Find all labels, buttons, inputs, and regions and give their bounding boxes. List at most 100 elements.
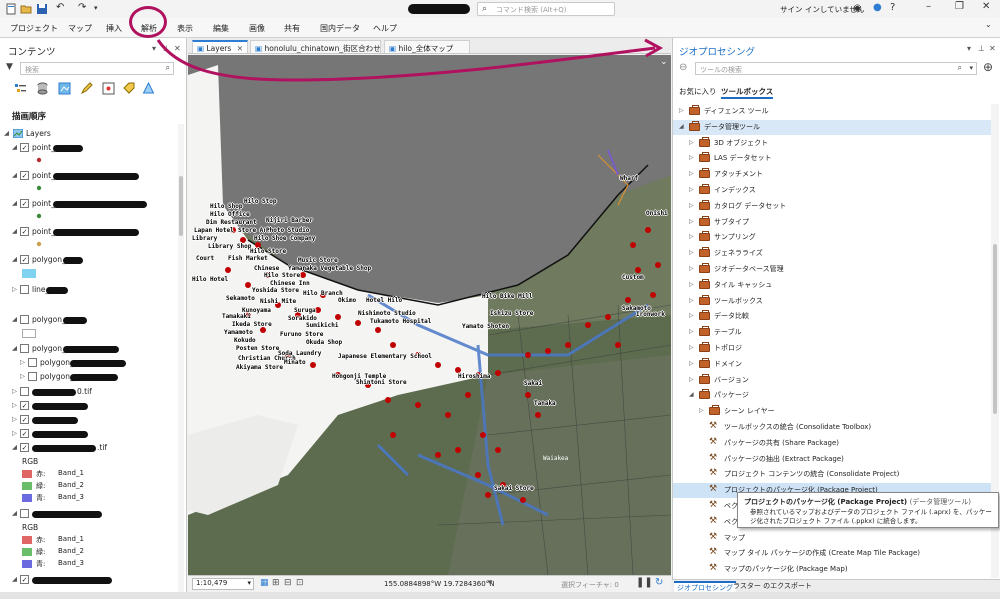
redo-icon[interactable]: ↷ — [78, 2, 86, 13]
pin-icon[interactable]: ⊥ — [978, 44, 985, 53]
collapse-arrow-icon[interactable]: ◢ — [4, 129, 9, 137]
layer-point-2[interactable]: ◢ ✓ point_ — [0, 170, 178, 182]
layer-map-root[interactable]: ◢ Layers — [0, 128, 178, 140]
toolbox-item[interactable]: ▷ カタログ データセット — [673, 199, 991, 214]
toolbox-item[interactable]: ▷ LAS データセット — [673, 151, 991, 166]
toolbox-item[interactable]: ▷ サンプリング — [673, 230, 991, 245]
toolbox-item[interactable]: ▷ 3D オブジェクト — [673, 136, 991, 151]
expand-arrow-icon[interactable]: ▷ — [679, 107, 684, 114]
minimize-icon[interactable]: – — [926, 1, 931, 12]
tool-item[interactable]: ⚒ パッケージの抽出 (Extract Package) — [673, 452, 991, 467]
tab-map-layers[interactable]: ▣ Layers ✕ — [192, 40, 248, 53]
contents-scrollbar[interactable] — [178, 124, 184, 594]
toolbox-item[interactable]: ▷ インデックス — [673, 183, 991, 198]
tab-help[interactable]: ヘルプ — [373, 23, 397, 34]
layer-raster-3[interactable]: ▷ ✓ — [0, 414, 178, 426]
tab-edit[interactable]: 編集 — [213, 23, 229, 34]
toolbox-item[interactable]: ◢ データ管理ツール — [673, 119, 991, 135]
map-view[interactable]: Hilo Shop Hilo Stop Hilo Office Dim Rest… — [188, 55, 671, 575]
visibility-checkbox[interactable]: ✓ — [20, 575, 29, 584]
layer-polygon-2[interactable]: ◢ polygon_ — [0, 314, 178, 326]
toolbox-item[interactable]: ▷ サブタイプ — [673, 215, 991, 230]
expand-arrow-icon[interactable]: ▷ — [689, 297, 694, 304]
list-by-source-icon[interactable] — [36, 82, 49, 95]
close-icon[interactable]: ✕ — [982, 1, 990, 12]
layer-point-3[interactable]: ◢ ✓ point_ — [0, 198, 178, 210]
layer-polygon-1[interactable]: ◢ ✓ polygon_ — [0, 254, 178, 266]
visibility-checkbox[interactable] — [20, 387, 29, 396]
expand-arrow-icon[interactable]: ▷ — [689, 202, 694, 209]
save-icon[interactable] — [36, 3, 48, 15]
expand-arrow-icon[interactable]: ▷ — [689, 154, 694, 161]
visibility-checkbox[interactable]: ✓ — [20, 143, 29, 152]
list-by-snapping-icon[interactable] — [102, 82, 115, 95]
layer-raster-5[interactable]: ◢ ✓ .tif — [0, 442, 178, 454]
list-by-editing-icon[interactable] — [80, 82, 93, 95]
expand-arrow-icon[interactable]: ▷ — [20, 372, 25, 380]
tab-export-raster[interactable]: ラスター のエクスポート — [730, 581, 815, 591]
list-by-perspective-icon[interactable] — [142, 82, 155, 95]
filter-icon[interactable]: ▼ — [6, 62, 13, 72]
new-project-icon[interactable] — [5, 3, 17, 15]
collapse-arrow-icon[interactable]: ◢ — [679, 123, 684, 130]
visibility-checkbox[interactable]: ✓ — [20, 171, 29, 180]
expand-arrow-icon[interactable]: ▷ — [20, 358, 25, 366]
signin-status[interactable]: サイン インしていません — [780, 4, 864, 15]
tab-domestic-data[interactable]: 国内データ — [320, 23, 360, 34]
visibility-checkbox[interactable]: ✓ — [20, 401, 29, 410]
toolbox-item[interactable]: ▷ ドメイン — [673, 357, 991, 372]
qat-dropdown-icon[interactable]: ▾ — [94, 4, 98, 12]
expand-arrow-icon[interactable]: ▷ — [689, 218, 694, 225]
layer-polygon-sub-2[interactable]: ▷ polygon_ — [0, 371, 178, 383]
back-arrow-icon[interactable]: ⊖ — [679, 62, 687, 73]
tool-item[interactable]: ⚒ マップ タイル パッケージの作成 (Create Map Tile Packa… — [673, 546, 991, 561]
expand-arrow-icon[interactable]: ▷ — [689, 360, 694, 367]
toolbox-item[interactable]: ▷ ディフェンス ツール — [673, 104, 991, 119]
tab-insert[interactable]: 挿入 — [106, 23, 122, 34]
toolbox-item[interactable]: ▷ ジェネラライズ — [673, 246, 991, 261]
layer-raster-4[interactable]: ▷ ✓ — [0, 428, 178, 440]
collapse-arrow-icon[interactable]: ◢ — [12, 143, 17, 151]
visibility-checkbox[interactable] — [20, 344, 29, 353]
layer-point-4[interactable]: ◢ ✓ point_ — [0, 226, 178, 238]
expand-arrow-icon[interactable]: ▷ — [689, 376, 694, 383]
tool-item[interactable]: ⚒ マップのパッケージ化 (Package Map) — [673, 562, 991, 577]
close-pane-icon[interactable]: ✕ — [174, 44, 181, 53]
refresh-icon[interactable]: ↻ — [655, 577, 663, 588]
visibility-checkbox[interactable]: ✓ — [20, 415, 29, 424]
tab-view[interactable]: 表示 — [177, 23, 193, 34]
tool-search-input[interactable]: ツールの検索 ⌕ ▾ — [695, 62, 977, 75]
fixed-zoom-icon[interactable]: ⊞ — [272, 578, 280, 588]
pin-icon[interactable]: ⊥ — [163, 44, 170, 53]
toolbox-item[interactable]: ◢ パッケージ — [673, 388, 991, 403]
layer-polygon-sub-1[interactable]: ▷ polygon_ — [0, 357, 178, 369]
contents-search-input[interactable]: 検索 ⌕ — [20, 62, 174, 75]
tab-map[interactable]: マップ — [68, 23, 92, 34]
expand-arrow-icon[interactable]: ▷ — [689, 265, 694, 272]
collapse-arrow-icon[interactable]: ◢ — [12, 575, 17, 583]
toolbox-item[interactable]: ▷ アタッチメント — [673, 167, 991, 182]
visibility-checkbox[interactable] — [20, 315, 29, 324]
collapse-arrow-icon[interactable]: ◢ — [12, 315, 17, 323]
expand-arrow-icon[interactable]: ▷ — [689, 312, 694, 319]
toolbox-item[interactable]: ▷ ジオデータベース管理 — [673, 262, 991, 277]
collapse-arrow-icon[interactable]: ◢ — [12, 443, 17, 451]
collapse-arrow-icon[interactable]: ◢ — [689, 391, 694, 398]
layer-point-1[interactable]: ◢ ✓ point_ — [0, 142, 178, 154]
visibility-checkbox[interactable] — [20, 509, 29, 518]
close-pane-icon[interactable]: ✕ — [989, 44, 996, 53]
tab-map-hilo[interactable]: ▣ hilo_全体マップ — [384, 40, 470, 53]
scale-selector[interactable]: 1:10,479 ▾ — [192, 578, 254, 590]
grid-icon[interactable]: ▦ — [260, 578, 269, 588]
expand-arrow-icon[interactable]: ▷ — [689, 170, 694, 177]
layer-line[interactable]: ▷ line_ — [0, 284, 178, 296]
visibility-checkbox[interactable]: ✓ — [20, 227, 29, 236]
rotation-icon[interactable]: ⊟ — [284, 578, 292, 588]
tab-project[interactable]: プロジェクト — [10, 23, 58, 34]
tab-toolboxes[interactable]: ツールボックス — [721, 86, 774, 99]
toolbox-item[interactable]: ▷ データ比較 — [673, 309, 991, 324]
expand-arrow-icon[interactable]: ▷ — [12, 387, 17, 395]
maximize-icon[interactable]: ❐ — [955, 1, 964, 12]
toolbox-item[interactable]: ▷ シーン レイヤー — [673, 404, 991, 419]
tool-item[interactable]: ⚒ ツールボックスの統合 (Consolidate Toolbox) — [673, 420, 991, 435]
